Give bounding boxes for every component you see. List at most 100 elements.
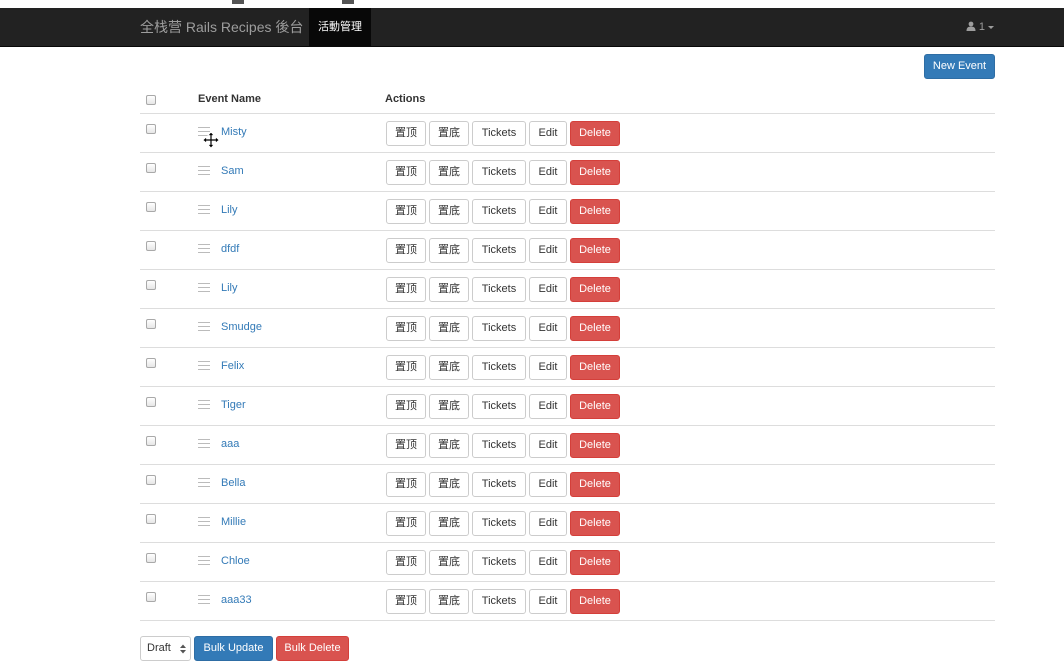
event-name-link[interactable]: Felix bbox=[221, 360, 244, 372]
drag-handle-icon[interactable] bbox=[198, 439, 210, 448]
drag-handle-icon[interactable] bbox=[198, 283, 210, 292]
event-name-link[interactable]: Lily bbox=[221, 282, 238, 294]
edit-button[interactable]: Edit bbox=[529, 121, 567, 146]
event-name-link[interactable]: Chloe bbox=[221, 555, 250, 567]
row-checkbox[interactable] bbox=[146, 397, 156, 407]
edit-button[interactable]: Edit bbox=[529, 199, 567, 224]
delete-button[interactable]: Delete bbox=[570, 472, 620, 497]
bulk-update-button[interactable]: Bulk Update bbox=[194, 636, 273, 661]
edit-button[interactable]: Edit bbox=[529, 355, 567, 380]
move-to-bottom-button[interactable]: 置底 bbox=[429, 277, 469, 302]
event-name-link[interactable]: Bella bbox=[221, 477, 245, 489]
move-to-top-button[interactable]: 置顶 bbox=[386, 433, 426, 458]
drag-handle-icon[interactable] bbox=[198, 361, 210, 370]
tickets-button[interactable]: Tickets bbox=[472, 472, 526, 497]
edit-button[interactable]: Edit bbox=[529, 238, 567, 263]
move-to-bottom-button[interactable]: 置底 bbox=[429, 160, 469, 185]
edit-button[interactable]: Edit bbox=[529, 394, 567, 419]
move-to-top-button[interactable]: 置顶 bbox=[386, 550, 426, 575]
edit-button[interactable]: Edit bbox=[529, 277, 567, 302]
status-select[interactable]: Draft bbox=[140, 636, 191, 661]
move-to-top-button[interactable]: 置顶 bbox=[386, 355, 426, 380]
edit-button[interactable]: Edit bbox=[529, 589, 567, 614]
edit-button[interactable]: Edit bbox=[529, 511, 567, 536]
new-event-button[interactable]: New Event bbox=[924, 54, 995, 79]
tickets-button[interactable]: Tickets bbox=[472, 238, 526, 263]
tickets-button[interactable]: Tickets bbox=[472, 394, 526, 419]
event-name-link[interactable]: Millie bbox=[221, 516, 246, 528]
event-name-link[interactable]: Misty bbox=[221, 126, 247, 138]
tickets-button[interactable]: Tickets bbox=[472, 316, 526, 341]
row-checkbox[interactable] bbox=[146, 553, 156, 563]
move-to-top-button[interactable]: 置顶 bbox=[386, 238, 426, 263]
drag-handle-icon[interactable] bbox=[198, 400, 210, 409]
move-to-bottom-button[interactable]: 置底 bbox=[429, 394, 469, 419]
tickets-button[interactable]: Tickets bbox=[472, 589, 526, 614]
drag-handle-icon[interactable] bbox=[198, 556, 210, 565]
tickets-button[interactable]: Tickets bbox=[472, 433, 526, 458]
move-to-top-button[interactable]: 置顶 bbox=[386, 199, 426, 224]
event-name-link[interactable]: dfdf bbox=[221, 243, 239, 255]
move-to-bottom-button[interactable]: 置底 bbox=[429, 355, 469, 380]
drag-handle-icon[interactable] bbox=[198, 517, 210, 526]
select-all-checkbox[interactable] bbox=[146, 95, 156, 105]
delete-button[interactable]: Delete bbox=[570, 316, 620, 341]
move-to-bottom-button[interactable]: 置底 bbox=[429, 511, 469, 536]
tickets-button[interactable]: Tickets bbox=[472, 511, 526, 536]
row-checkbox[interactable] bbox=[146, 163, 156, 173]
user-menu[interactable]: 1 bbox=[966, 8, 994, 46]
drag-handle-icon[interactable] bbox=[198, 205, 210, 214]
event-name-link[interactable]: Tiger bbox=[221, 399, 246, 411]
delete-button[interactable]: Delete bbox=[570, 121, 620, 146]
row-checkbox[interactable] bbox=[146, 280, 156, 290]
move-to-bottom-button[interactable]: 置底 bbox=[429, 238, 469, 263]
move-to-bottom-button[interactable]: 置底 bbox=[429, 550, 469, 575]
edit-button[interactable]: Edit bbox=[529, 472, 567, 497]
row-checkbox[interactable] bbox=[146, 436, 156, 446]
drag-handle-icon[interactable] bbox=[198, 166, 210, 175]
event-name-link[interactable]: aaa bbox=[221, 438, 239, 450]
delete-button[interactable]: Delete bbox=[570, 199, 620, 224]
tickets-button[interactable]: Tickets bbox=[472, 355, 526, 380]
row-checkbox[interactable] bbox=[146, 475, 156, 485]
row-checkbox[interactable] bbox=[146, 202, 156, 212]
tickets-button[interactable]: Tickets bbox=[472, 550, 526, 575]
edit-button[interactable]: Edit bbox=[529, 433, 567, 458]
move-to-bottom-button[interactable]: 置底 bbox=[429, 316, 469, 341]
edit-button[interactable]: Edit bbox=[529, 550, 567, 575]
move-to-top-button[interactable]: 置顶 bbox=[386, 472, 426, 497]
delete-button[interactable]: Delete bbox=[570, 160, 620, 185]
delete-button[interactable]: Delete bbox=[570, 238, 620, 263]
edit-button[interactable]: Edit bbox=[529, 316, 567, 341]
delete-button[interactable]: Delete bbox=[570, 550, 620, 575]
delete-button[interactable]: Delete bbox=[570, 589, 620, 614]
move-to-bottom-button[interactable]: 置底 bbox=[429, 121, 469, 146]
drag-handle-icon[interactable] bbox=[198, 244, 210, 253]
event-name-link[interactable]: Sam bbox=[221, 165, 244, 177]
tickets-button[interactable]: Tickets bbox=[472, 277, 526, 302]
tickets-button[interactable]: Tickets bbox=[472, 199, 526, 224]
tickets-button[interactable]: Tickets bbox=[472, 121, 526, 146]
row-checkbox[interactable] bbox=[146, 514, 156, 524]
move-to-bottom-button[interactable]: 置底 bbox=[429, 472, 469, 497]
move-to-top-button[interactable]: 置顶 bbox=[386, 511, 426, 536]
event-name-link[interactable]: aaa33 bbox=[221, 594, 252, 606]
move-to-bottom-button[interactable]: 置底 bbox=[429, 199, 469, 224]
edit-button[interactable]: Edit bbox=[529, 160, 567, 185]
row-checkbox[interactable] bbox=[146, 592, 156, 602]
move-to-top-button[interactable]: 置顶 bbox=[386, 160, 426, 185]
brand-link[interactable]: 全栈营 Rails Recipes 後台 bbox=[140, 8, 303, 46]
row-checkbox[interactable] bbox=[146, 319, 156, 329]
move-to-bottom-button[interactable]: 置底 bbox=[429, 433, 469, 458]
event-name-link[interactable]: Smudge bbox=[221, 321, 262, 333]
bulk-delete-button[interactable]: Bulk Delete bbox=[276, 636, 349, 661]
move-to-top-button[interactable]: 置顶 bbox=[386, 316, 426, 341]
drag-handle-icon[interactable] bbox=[198, 595, 210, 604]
row-checkbox[interactable] bbox=[146, 124, 156, 134]
delete-button[interactable]: Delete bbox=[570, 511, 620, 536]
move-to-top-button[interactable]: 置顶 bbox=[386, 394, 426, 419]
delete-button[interactable]: Delete bbox=[570, 355, 620, 380]
delete-button[interactable]: Delete bbox=[570, 277, 620, 302]
delete-button[interactable]: Delete bbox=[570, 394, 620, 419]
move-to-top-button[interactable]: 置顶 bbox=[386, 277, 426, 302]
